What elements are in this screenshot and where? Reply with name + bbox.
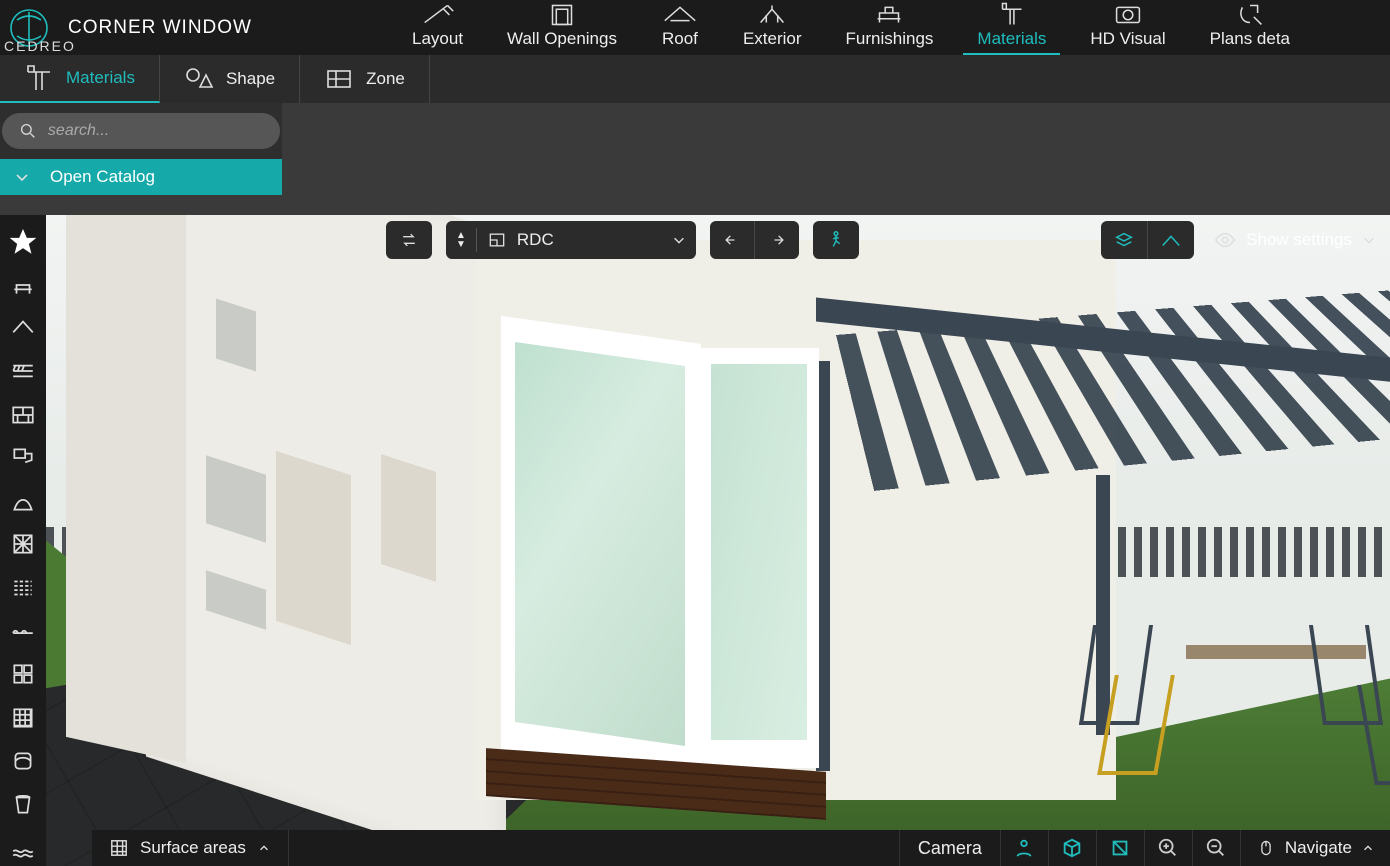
view-elevation-button[interactable] xyxy=(1147,221,1194,259)
bottom-bar: Surface areas Camera Navigate xyxy=(92,830,1390,866)
navigate-button[interactable]: Navigate xyxy=(1240,830,1390,866)
eye-icon xyxy=(1214,229,1236,251)
rail-deck-icon[interactable] xyxy=(4,612,42,649)
undo-redo-group xyxy=(710,221,799,259)
tab-plans[interactable]: Plans deta xyxy=(1188,0,1312,55)
redo-icon xyxy=(767,230,787,250)
redo-button[interactable] xyxy=(754,221,799,259)
open-catalog-label: Open Catalog xyxy=(50,167,155,187)
top-bar: CEDREO CORNER WINDOW Layout Wall Opening… xyxy=(0,0,1390,55)
subtab-zone[interactable]: Zone xyxy=(300,55,430,103)
view-mode-group xyxy=(1101,221,1194,259)
camera-label: Camera xyxy=(899,830,1000,866)
floor-arrows-icon: ▲▼ xyxy=(456,231,466,249)
layers-icon xyxy=(1113,229,1135,251)
chevron-down-icon xyxy=(1362,233,1376,247)
tab-hd-visual[interactable]: HD Visual xyxy=(1068,0,1187,55)
mouse-icon xyxy=(1257,839,1275,857)
secondary-bar: Materials Shape Zone xyxy=(0,55,1390,103)
floor-label: RDC xyxy=(517,230,662,250)
tab-exterior[interactable]: Exterior xyxy=(721,0,824,55)
tab-label: Wall Openings xyxy=(507,29,617,49)
chevron-up-icon xyxy=(258,842,270,854)
subtab-label: Shape xyxy=(226,69,275,89)
zoom-in-button[interactable] xyxy=(1144,830,1192,866)
tab-label: Plans deta xyxy=(1210,29,1290,49)
zoom-in-icon xyxy=(1157,837,1179,859)
rail-ground-icon[interactable] xyxy=(4,829,42,866)
rail-checker-icon[interactable] xyxy=(4,699,42,736)
rail-paint-icon[interactable] xyxy=(4,439,42,476)
tab-roof[interactable]: Roof xyxy=(639,0,721,55)
rail-siding-icon[interactable] xyxy=(4,353,42,390)
navigate-label: Navigate xyxy=(1285,838,1352,858)
grid-icon xyxy=(110,839,128,857)
rail-plaster-icon[interactable] xyxy=(4,483,42,520)
walkthrough-button[interactable] xyxy=(813,221,859,259)
show-settings-label: Show settings xyxy=(1246,230,1352,250)
scene-render xyxy=(46,215,1390,866)
tab-wall-openings[interactable]: Wall Openings xyxy=(485,0,639,55)
rail-tile-icon[interactable] xyxy=(4,526,42,563)
zoom-out-button[interactable] xyxy=(1192,830,1240,866)
search-input[interactable] xyxy=(48,122,262,140)
subtab-label: Zone xyxy=(366,69,405,89)
show-settings-button[interactable]: Show settings xyxy=(1208,221,1382,259)
logo-area: CEDREO CORNER WINDOW xyxy=(0,3,390,53)
swap-icon xyxy=(399,230,419,250)
left-panel: Open Catalog xyxy=(0,103,282,195)
topdown-icon xyxy=(1109,837,1131,859)
rail-favorites-icon[interactable] xyxy=(4,223,42,260)
cube-icon xyxy=(1061,837,1083,859)
tab-materials[interactable]: Materials xyxy=(955,0,1068,55)
open-catalog-button[interactable]: Open Catalog xyxy=(0,159,282,195)
rail-wood-icon[interactable] xyxy=(4,569,42,606)
camera-person-button[interactable] xyxy=(1000,830,1048,866)
camera-top-button[interactable] xyxy=(1096,830,1144,866)
rail-bucket-icon[interactable] xyxy=(4,785,42,822)
viewport-3d[interactable]: ▲▼ RDC Show settings Surface areas xyxy=(46,215,1390,866)
person-icon xyxy=(1013,837,1035,859)
material-category-rail xyxy=(0,215,46,866)
zoom-out-icon xyxy=(1205,837,1227,859)
tab-label: Roof xyxy=(662,29,698,49)
brand-name: CEDREO xyxy=(4,38,76,54)
chevron-down-icon xyxy=(14,169,30,185)
tab-layout[interactable]: Layout xyxy=(390,0,485,55)
chevron-up-icon xyxy=(1362,842,1374,854)
subtab-materials[interactable]: Materials xyxy=(0,55,160,103)
top-nav: Layout Wall Openings Roof Exterior Furni… xyxy=(390,0,1390,55)
tab-label: HD Visual xyxy=(1090,29,1165,49)
elevation-icon xyxy=(1160,229,1182,251)
search-input-wrap[interactable] xyxy=(2,113,280,149)
tab-label: Materials xyxy=(977,29,1046,49)
tab-label: Layout xyxy=(412,29,463,49)
subtab-label: Materials xyxy=(66,68,135,88)
chevron-down-icon xyxy=(672,233,686,247)
subtab-shape[interactable]: Shape xyxy=(160,55,300,103)
tab-label: Furnishings xyxy=(846,29,934,49)
tab-furnishings[interactable]: Furnishings xyxy=(824,0,956,55)
floor-plan-icon xyxy=(487,230,507,250)
view-layers-button[interactable] xyxy=(1101,221,1147,259)
swap-button[interactable] xyxy=(386,221,432,259)
search-area xyxy=(0,103,282,159)
undo-button[interactable] xyxy=(710,221,754,259)
floor-selector[interactable]: ▲▼ RDC xyxy=(446,221,696,259)
camera-cube-button[interactable] xyxy=(1048,830,1096,866)
surface-areas-button[interactable]: Surface areas xyxy=(92,830,289,866)
project-title: CORNER WINDOW xyxy=(68,17,252,39)
surface-areas-label: Surface areas xyxy=(140,838,246,858)
rail-brick-icon[interactable] xyxy=(4,396,42,433)
rail-furniture-icon[interactable] xyxy=(4,266,42,303)
undo-icon xyxy=(722,230,742,250)
tab-label: Exterior xyxy=(743,29,802,49)
search-icon xyxy=(20,122,36,140)
rail-wallpaper-icon[interactable] xyxy=(4,742,42,779)
rail-mosaic-icon[interactable] xyxy=(4,656,42,693)
person-walk-icon xyxy=(825,229,847,251)
rail-roof-icon[interactable] xyxy=(4,310,42,347)
